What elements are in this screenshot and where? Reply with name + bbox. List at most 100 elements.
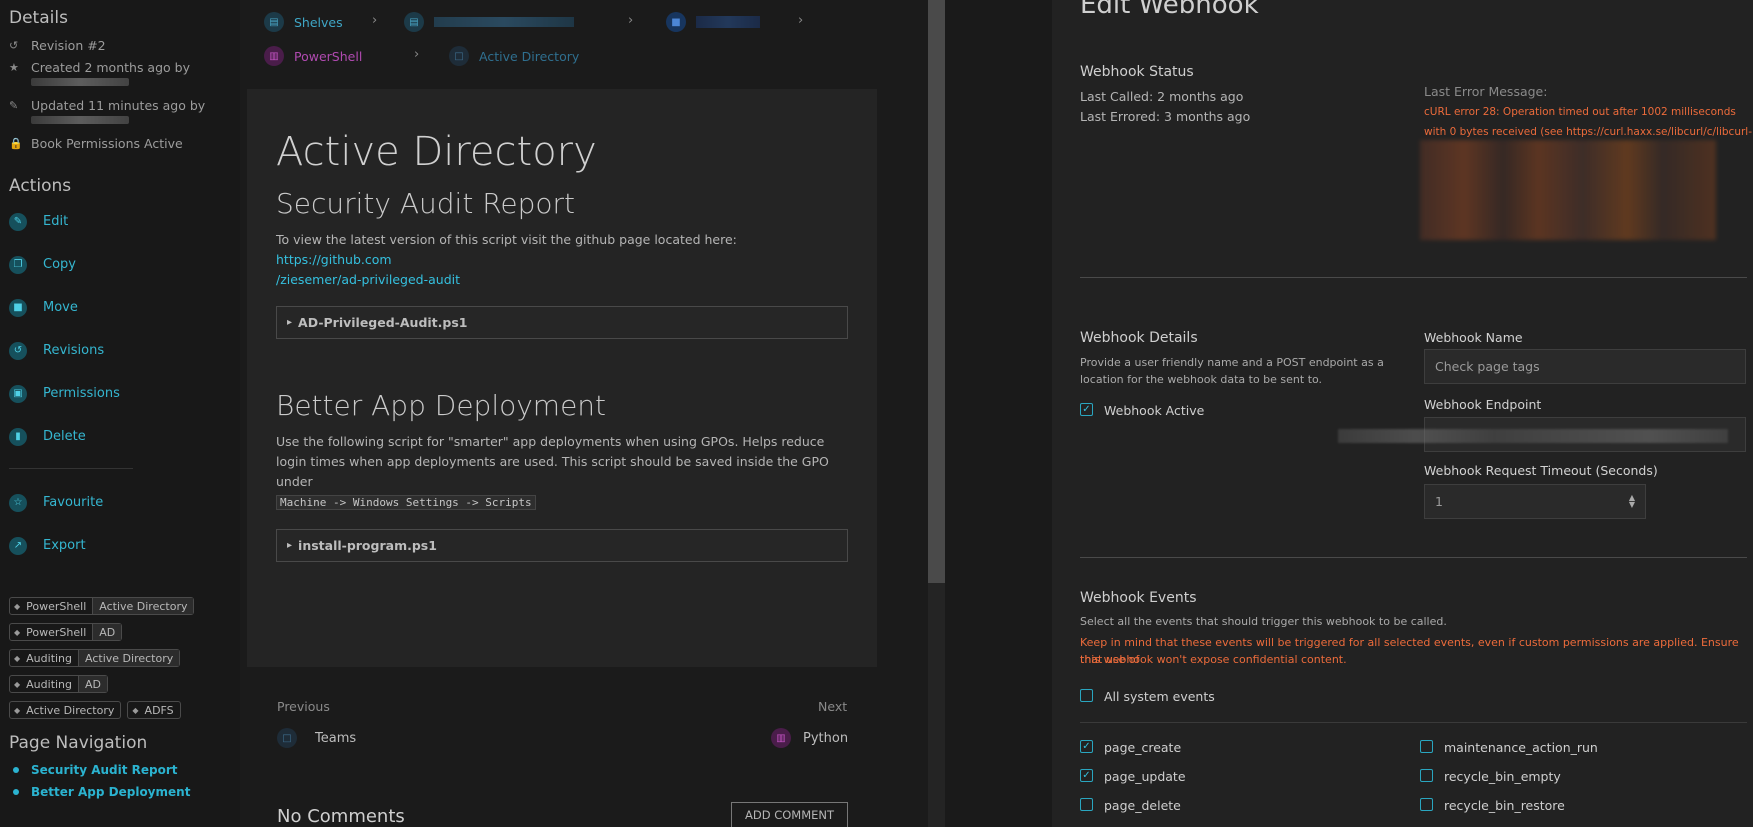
chevron-right-icon: › [798,13,804,28]
export-action[interactable]: ↗ Export [9,524,231,567]
section-heading: Better App Deployment [276,389,607,422]
error-line: with 0 bytes received (see https://curl.… [1424,126,1753,138]
created-text: Created 2 months ago by [31,59,190,75]
page-nav-item[interactable]: Security Audit Report [9,759,231,781]
bullet-icon [13,767,19,773]
event-checkbox-maintenance-action-run[interactable] [1420,740,1433,753]
tag[interactable]: PowerShellActive Directory [9,597,195,615]
stepper-icon[interactable]: ▲ ▼ [1629,494,1635,509]
details-title: Webhook Details [1080,330,1198,346]
event-checkbox-page-create[interactable]: ✓ [1080,740,1093,753]
event-checkbox-page-update[interactable]: ✓ [1080,769,1093,782]
tag[interactable]: ADFS [127,701,181,719]
breadcrumb-book-redacted[interactable]: ■ [666,12,760,32]
event-label: recycle_bin_restore [1444,798,1565,813]
divider [1080,722,1747,723]
actions-title: Actions [9,176,72,196]
export-icon: ↗ [9,536,27,555]
all-events-checkbox[interactable] [1080,689,1093,702]
divider [1080,277,1747,278]
script-details-toggle[interactable]: AD-Privileged-Audit.ps1 [276,306,848,339]
revision-text: Revision #2 [31,37,106,53]
permissions-action[interactable]: ▣ Permissions [9,372,231,415]
tag[interactable]: AuditingAD [9,675,109,693]
redacted-user [31,78,129,86]
check-icon: ✓ [1082,741,1091,752]
timeout-input[interactable]: 1 ▲ ▼ [1424,484,1646,519]
updated-text: Updated 11 minutes ago by [31,97,206,113]
previous-label: Previous [277,699,330,714]
event-checkbox-recycle-bin-empty[interactable] [1420,769,1433,782]
next-label: Next [818,699,848,714]
previous-page-link[interactable]: □ Teams [277,728,356,748]
page-nav-item[interactable]: Better App Deployment [9,781,231,803]
star-icon: ★ [9,60,19,74]
bullet-icon [13,789,19,795]
revision-row: ↺ Revision #2 [9,34,231,56]
event-label: page_update [1104,769,1186,784]
history-icon: ↺ [9,38,19,52]
tag[interactable]: PowerShellAD [9,623,123,641]
chevron-right-icon: › [628,13,634,28]
tag[interactable]: Active Directory [9,701,122,719]
page-content: ▤ Shelves › ▤ › ■ › ▥ PowerShell › □ Act… [240,0,928,827]
github-link[interactable]: https://github.com/ziesemer/ad-privilege… [276,252,460,287]
scrollbar[interactable] [928,0,945,827]
status-title: Webhook Status [1080,64,1194,80]
section-paragraph: Use the following script for "smarter" a… [276,434,829,510]
actions-list: ✎ Edit ❐ Copy ■ Move ↺ Revisions ▣ Permission… [9,200,231,458]
events-title: Webhook Events [1080,590,1197,606]
comments-title: No Comments [277,806,405,827]
chapter-icon: ▥ [771,728,791,748]
event-label: maintenance_action_run [1444,740,1598,755]
edit-action[interactable]: ✎ Edit [9,200,231,243]
timeout-label: Webhook Request Timeout (Seconds) [1424,463,1658,478]
code-snippet: Machine -> Windows Settings -> Scripts [276,495,536,510]
redacted-shelf-name [434,17,574,27]
pencil-icon: ✎ [9,98,19,112]
favourite-action[interactable]: ☆ Favourite [9,481,231,524]
bookshelf-icon: ▤ [404,12,424,32]
folder-icon: ■ [9,298,27,317]
scrollbar-thumb[interactable] [928,0,945,583]
all-events-label: All system events [1104,689,1215,704]
chevron-right-icon: › [414,47,420,62]
event-checkbox-recycle-bin-restore[interactable] [1420,798,1433,811]
breadcrumb-chapter[interactable]: ▥ PowerShell [264,46,362,66]
tag[interactable]: AuditingActive Directory [9,649,181,667]
chapter-icon: ▥ [264,46,284,66]
section-paragraph: To view the latest version of this scrip… [276,232,737,287]
event-label: page_create [1104,740,1182,755]
details-desc: location for the webhook data to be sent… [1080,373,1323,386]
lock-icon: ▣ [9,384,27,403]
backdrop [945,0,1052,827]
event-checkbox-page-delete[interactable] [1080,798,1093,811]
last-called: Last Called: 2 months ago [1080,89,1244,104]
webhook-name-input[interactable]: Check page tags [1424,349,1746,384]
redacted-user [31,116,129,124]
bookshelf-icon: ▤ [264,12,284,32]
add-comment-button[interactable]: ADD COMMENT [731,802,848,827]
page-title: Active Directory [276,129,597,175]
details-desc: Provide a user friendly name and a POST … [1080,356,1384,369]
star-icon: ☆ [9,493,27,512]
event-label: page_delete [1104,798,1181,813]
script-details-toggle[interactable]: install-program.ps1 [276,529,848,562]
next-page-link[interactable]: ▥ Python [771,728,848,748]
pencil-icon: ✎ [9,212,27,231]
page-icon: □ [449,46,469,66]
redacted-book-name [696,16,760,28]
move-action[interactable]: ■ Move [9,286,231,329]
book-icon: ■ [666,12,686,32]
revisions-action[interactable]: ↺ Revisions [9,329,231,372]
delete-action[interactable]: ▮ Delete [9,415,231,458]
copy-action[interactable]: ❐ Copy [9,243,231,286]
details-title: Details [9,8,68,28]
redacted-error [1420,140,1716,240]
breadcrumb-shelf-redacted[interactable]: ▤ [404,12,574,32]
breadcrumb-page[interactable]: □ Active Directory [449,46,579,66]
webhook-active-checkbox[interactable]: ✓ [1080,403,1093,416]
webhook-active-label: Webhook Active [1104,403,1205,418]
lock-icon: 🔒 [9,136,23,150]
breadcrumb-shelves[interactable]: ▤ Shelves [264,12,343,32]
